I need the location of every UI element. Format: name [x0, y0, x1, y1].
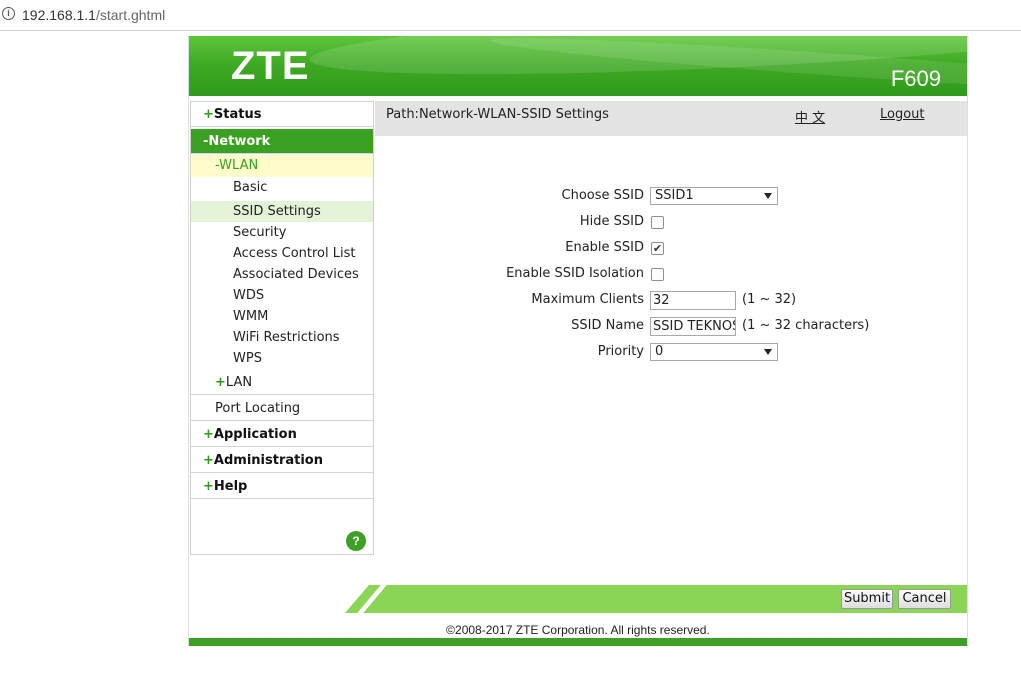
menu-network-label: Network	[208, 134, 271, 149]
enable-ssid-isolation-checkbox[interactable]	[651, 268, 664, 281]
sidebar-menu: +Status -Network -WLAN Basic SSID Settin…	[190, 101, 374, 555]
ssid-name-label: SSID Name	[571, 318, 644, 333]
menu-application[interactable]: +Application	[191, 422, 373, 447]
menu-item-wmm[interactable]: WMM	[191, 306, 373, 327]
router-page: ZTE F609 +Status -Network -WLAN Basic SS…	[188, 36, 968, 646]
menu-item-associated-devices[interactable]: Associated Devices	[191, 264, 373, 285]
priority-select[interactable]: 0	[650, 343, 778, 361]
menu-wlan[interactable]: -WLAN	[191, 155, 373, 177]
copyright: ©2008-2017 ZTE Corporation. All rights r…	[446, 623, 710, 637]
menu-help[interactable]: +Help	[191, 474, 373, 499]
hide-ssid-checkbox[interactable]	[651, 216, 664, 229]
maximum-clients-hint: (1 ~ 32)	[742, 292, 797, 307]
menu-port-locating[interactable]: Port Locating	[191, 398, 373, 420]
plus-icon: +	[203, 479, 214, 494]
plus-icon: +	[215, 375, 226, 390]
url-text[interactable]: 192.168.1.1/start.ghtml	[22, 7, 165, 23]
menu-lan[interactable]: +LAN	[191, 372, 373, 394]
enable-ssid-checkbox[interactable]: ✔	[651, 242, 664, 255]
menu-administration[interactable]: +Administration	[191, 448, 373, 473]
priority-label: Priority	[597, 344, 644, 359]
menu-item-wifi-restrictions[interactable]: WiFi Restrictions	[191, 327, 373, 348]
menu-lan-label: LAN	[225, 375, 253, 390]
header-banner: ZTE F609	[189, 36, 967, 96]
choose-ssid-label: Choose SSID	[561, 188, 644, 203]
menu-item-security[interactable]: Security	[191, 222, 373, 243]
help-icon[interactable]: ?	[346, 531, 366, 551]
plus-icon: +	[203, 453, 214, 468]
address-bar[interactable]: i 192.168.1.1/start.ghtml	[0, 0, 1021, 31]
menu-application-label: Application	[213, 427, 297, 442]
menu-item-wps[interactable]: WPS	[191, 348, 373, 369]
breadcrumb: Path:Network-WLAN-SSID Settings	[386, 107, 609, 122]
priority-value: 0	[655, 344, 664, 359]
menu-item-basic[interactable]: Basic	[191, 177, 373, 198]
info-icon[interactable]: i	[2, 7, 15, 20]
plus-icon: +	[203, 427, 214, 442]
menu-administration-label: Administration	[213, 453, 323, 468]
plus-icon: +	[203, 107, 214, 122]
choose-ssid-select[interactable]: SSID1	[650, 187, 778, 205]
menu-network[interactable]: -Network	[191, 129, 373, 154]
checkmark-icon: ✔	[652, 242, 663, 255]
chevron-down-icon	[764, 193, 772, 199]
ssid-name-input[interactable]: SSID TEKNOS	[650, 317, 736, 336]
ssid-name-hint: (1 ~ 32 characters)	[742, 318, 870, 333]
hide-ssid-label: Hide SSID	[579, 214, 644, 229]
menu-help-label: Help	[213, 479, 248, 494]
footer-bar	[189, 638, 967, 646]
maximum-clients-label: Maximum Clients	[531, 292, 644, 307]
language-link[interactable]: 中 文	[795, 107, 825, 126]
menu-item-wds[interactable]: WDS	[191, 285, 373, 306]
menu-item-ssid-settings[interactable]: SSID Settings	[191, 201, 373, 222]
menu-wlan-label: WLAN	[219, 158, 259, 173]
menu-status-label: Status	[213, 107, 262, 122]
choose-ssid-value: SSID1	[655, 188, 694, 203]
divider	[191, 394, 373, 395]
model-name: F609	[890, 66, 941, 91]
submit-button[interactable]: Submit	[841, 589, 893, 609]
cancel-button[interactable]: Cancel	[898, 589, 951, 609]
zte-logo: ZTE	[231, 44, 310, 88]
maximum-clients-input[interactable]: 32	[650, 291, 736, 310]
enable-ssid-label: Enable SSID	[565, 240, 644, 255]
enable-ssid-isolation-label: Enable SSID Isolation	[506, 266, 644, 281]
url-host: 192.168.1.1	[22, 7, 96, 23]
logout-link[interactable]: Logout	[880, 107, 925, 122]
menu-status[interactable]: +Status	[191, 102, 373, 127]
divider	[191, 420, 373, 421]
path-bar: Path:Network-WLAN-SSID Settings 中 文 Logo…	[375, 101, 967, 136]
url-path: /start.ghtml	[95, 7, 166, 23]
menu-item-access-control-list[interactable]: Access Control List	[191, 243, 373, 264]
chevron-down-icon	[764, 349, 772, 355]
